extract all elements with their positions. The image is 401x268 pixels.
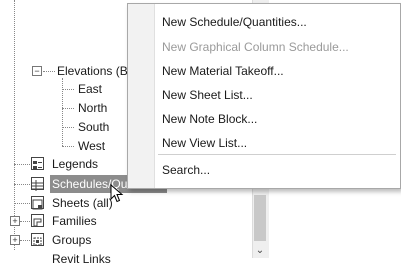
tree-item-label: North [78, 101, 108, 115]
plus-box-icon[interactable]: + [10, 235, 20, 245]
menu-item-new-sheet-list[interactable]: New Sheet List... [162, 84, 253, 106]
tree-connector-line [14, 164, 30, 165]
menu-item-new-graphical-column-schedule: New Graphical Column Schedule... [162, 40, 349, 54]
tree-item-label: Groups [52, 233, 92, 247]
tree-item-label: Elevations (B [57, 64, 128, 78]
menu-item-new-view-list[interactable]: New View List... [162, 132, 247, 154]
tree-item-label: Sheets (all) [52, 196, 113, 210]
family-icon [31, 214, 44, 227]
tree-item-label: Legends [52, 157, 99, 171]
tree-connector-line [20, 221, 30, 222]
tree-connector-line [62, 108, 74, 109]
menu-item-new-material-takeoff[interactable]: New Material Takeoff... [162, 60, 284, 82]
tree-item-label: West [78, 139, 106, 153]
tree-connector-line [62, 89, 74, 90]
schedule-icon [31, 177, 44, 191]
tree-item-label: Families [52, 214, 97, 228]
tree-connector-line [62, 127, 74, 128]
context-menu: New Schedule/Quantities... New Graphical… [127, 3, 401, 189]
tree-connector-line [43, 71, 55, 72]
minus-box-icon[interactable]: − [32, 66, 42, 76]
tree-connector-line [20, 240, 30, 241]
tree-item-label: South [78, 120, 110, 134]
tree-connector-line [62, 146, 74, 147]
tree-item-label: Revit Links [52, 252, 111, 266]
menu-item-new-schedule-quantities[interactable]: New Schedule/Quantities... [162, 11, 307, 33]
legend-icon [31, 157, 44, 170]
scrollbar-thumb[interactable] [254, 195, 266, 241]
mouse-pointer-icon [110, 183, 124, 204]
menu-icon-gutter [128, 4, 155, 188]
chevron-down-icon[interactable]: ⌄ [253, 244, 267, 258]
tree-connector-line [14, 203, 30, 204]
tree-item-label: East [78, 82, 103, 96]
menu-item-search[interactable]: Search... [162, 159, 210, 181]
menu-item-new-note-block[interactable]: New Note Block... [162, 108, 257, 130]
plus-box-icon[interactable]: + [10, 216, 20, 226]
tree-connector-line [14, 184, 30, 185]
tree-connector-line [14, 0, 15, 250]
sheet-icon [31, 196, 44, 210]
menu-separator [158, 154, 396, 155]
group-icon [31, 233, 44, 246]
